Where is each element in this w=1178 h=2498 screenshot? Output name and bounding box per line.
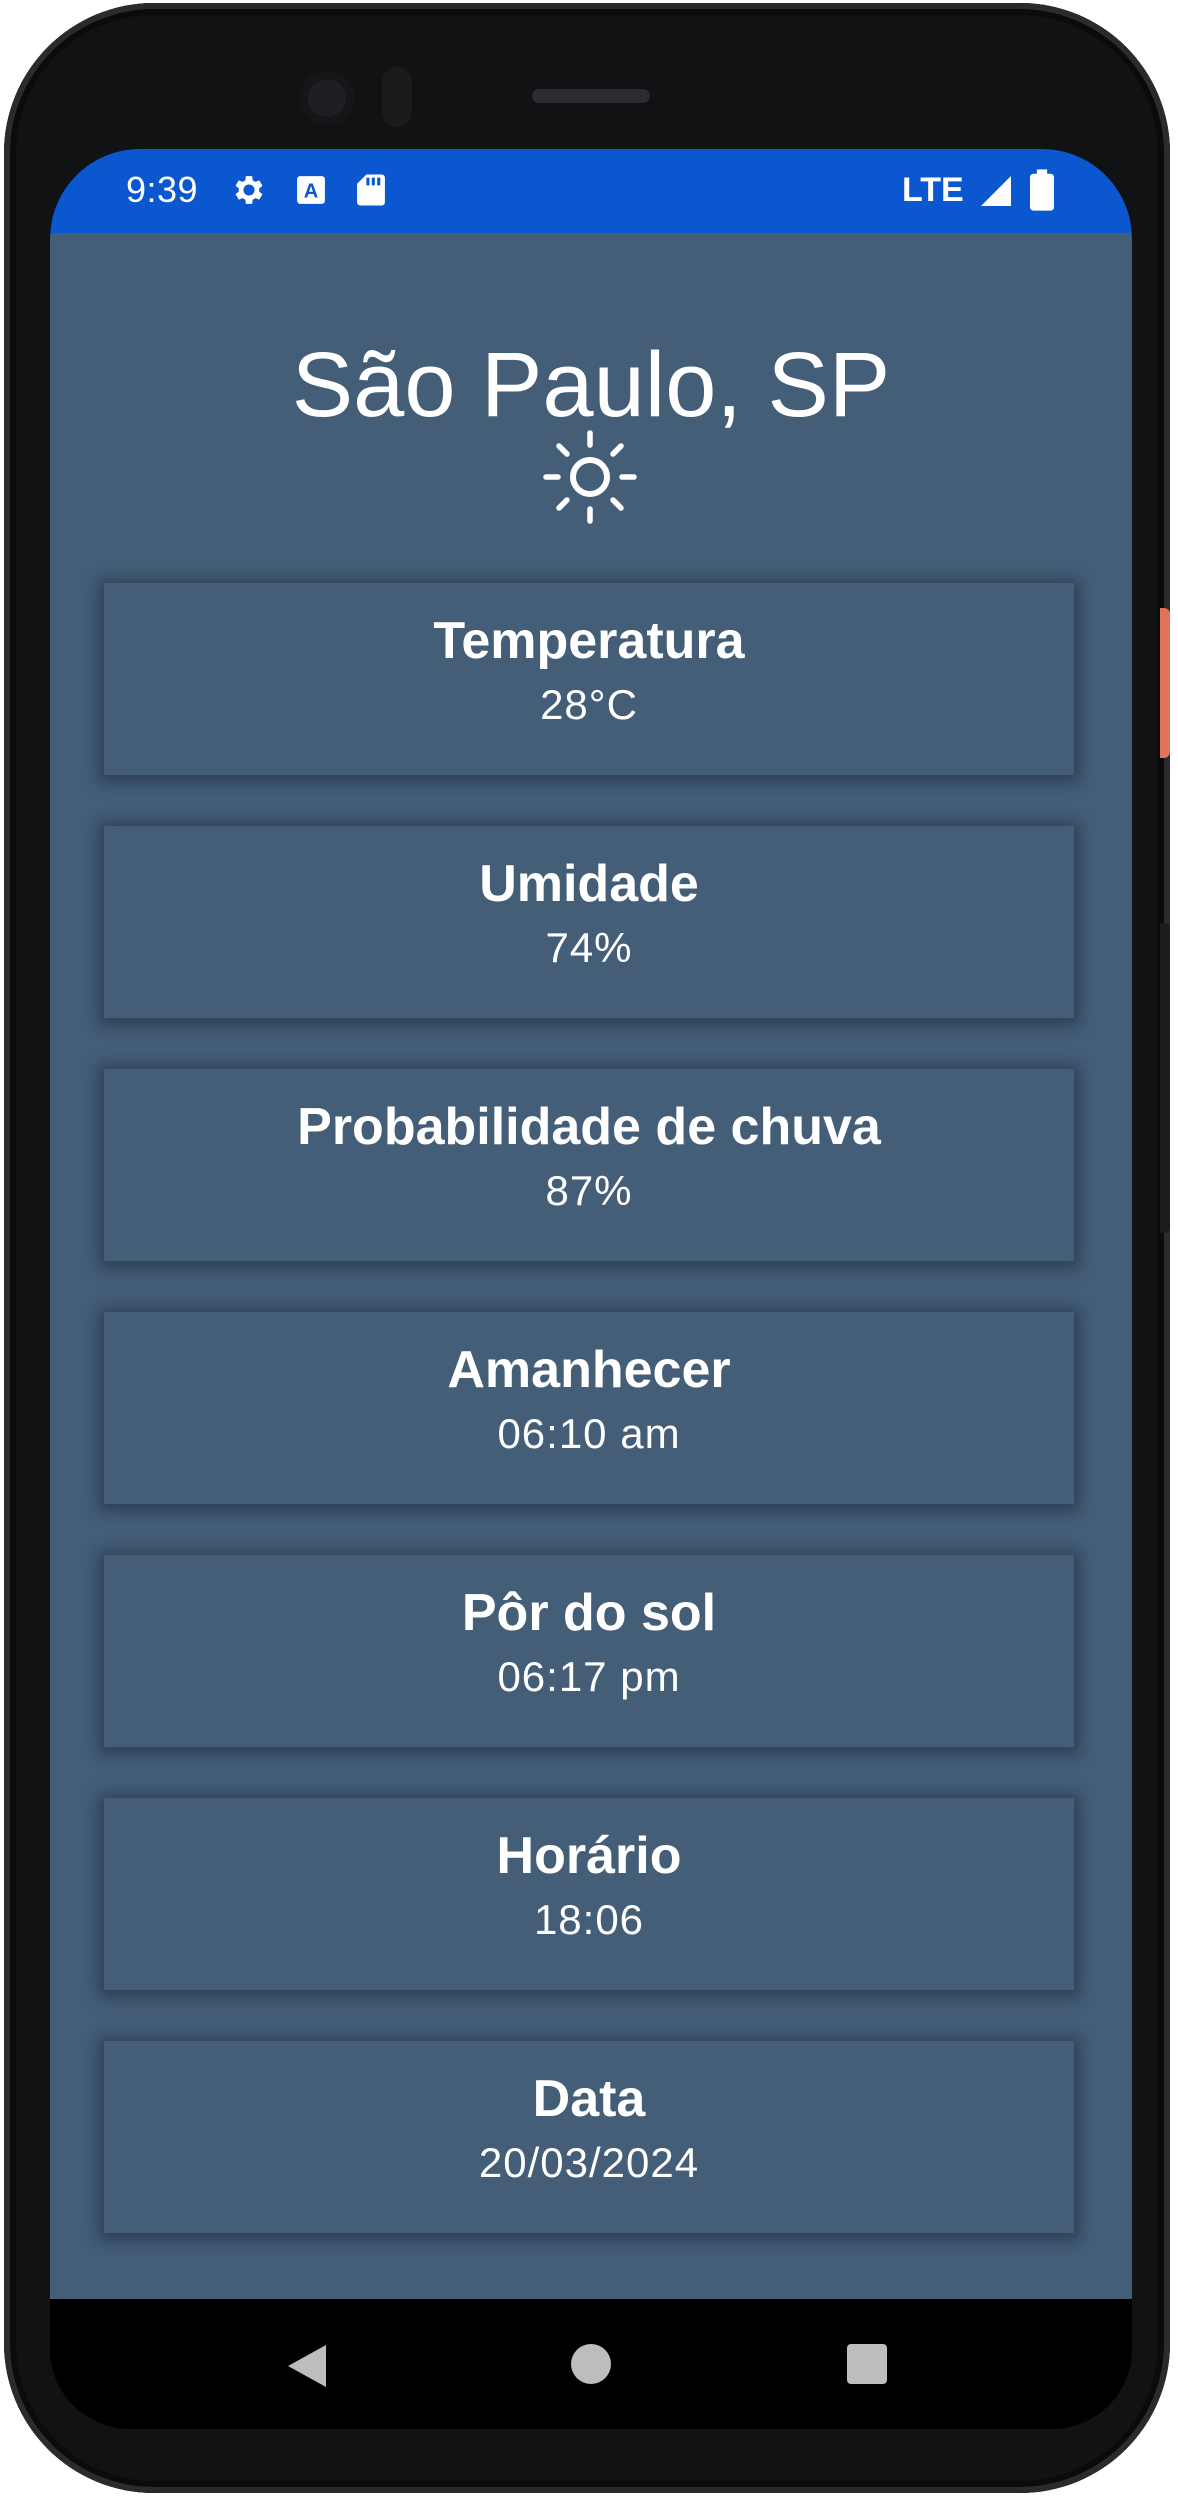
network-type: LTE [902,171,964,209]
front-camera [300,71,354,125]
card-value: 18:06 [533,1896,645,1943]
signal-icon [978,173,1014,214]
navigation-bar [50,2299,1132,2429]
power-button [1160,608,1170,758]
svg-text:A: A [304,181,319,203]
card-value: 06:17 pm [497,1653,681,1700]
weather-card-temperature: Temperatura 28°C [104,583,1074,775]
sd-card-icon [354,171,388,214]
weather-card-sunrise: Amanhecer 06:10 am [104,1312,1074,1504]
home-icon[interactable] [570,2343,612,2390]
card-value: 20/03/2024 [478,2139,700,2186]
volume-button [1160,923,1170,1233]
battery-icon [1030,169,1054,216]
gear-icon [230,171,268,214]
weather-card-time: Horário 18:06 [104,1798,1074,1990]
weather-card-rain-probability: Probabilidade de chuva 87% [104,1069,1074,1261]
weather-content: São Paulo, SP Temperatura 28°C Umidade 7… [50,233,1132,2299]
card-title: Amanhecer [447,1341,731,1399]
weather-card-date: Data 20/03/2024 [104,2041,1074,2233]
status-time: 9:39 [126,169,199,210]
screen: 9:39 A LTE São Paulo, SP Temperatura 28°… [50,149,1132,2429]
card-title: Data [532,2070,646,2128]
card-title: Temperatura [433,612,745,670]
status-bar: 9:39 A LTE [50,149,1132,233]
card-value: 74% [545,924,633,971]
city-title: São Paulo, SP [291,334,891,436]
phone-frame: 9:39 A LTE São Paulo, SP Temperatura 28°… [4,3,1170,2493]
weather-card-humidity: Umidade 74% [104,826,1074,1018]
earpiece-speaker [532,89,650,103]
card-value: 87% [545,1167,633,1214]
weather-card-sunset: Pôr do sol 06:17 pm [104,1555,1074,1747]
back-icon[interactable] [286,2343,328,2394]
card-title: Umidade [479,855,699,913]
card-title: Horário [496,1827,682,1885]
card-value: 06:10 am [497,1410,681,1457]
proximity-sensor [382,67,412,127]
card-title: Probabilidade de chuva [297,1098,881,1156]
card-title: Pôr do sol [461,1584,717,1642]
card-value: 28°C [540,681,638,728]
sun-icon [542,429,638,530]
recents-icon[interactable] [846,2343,888,2390]
text-a-icon: A [294,171,328,214]
